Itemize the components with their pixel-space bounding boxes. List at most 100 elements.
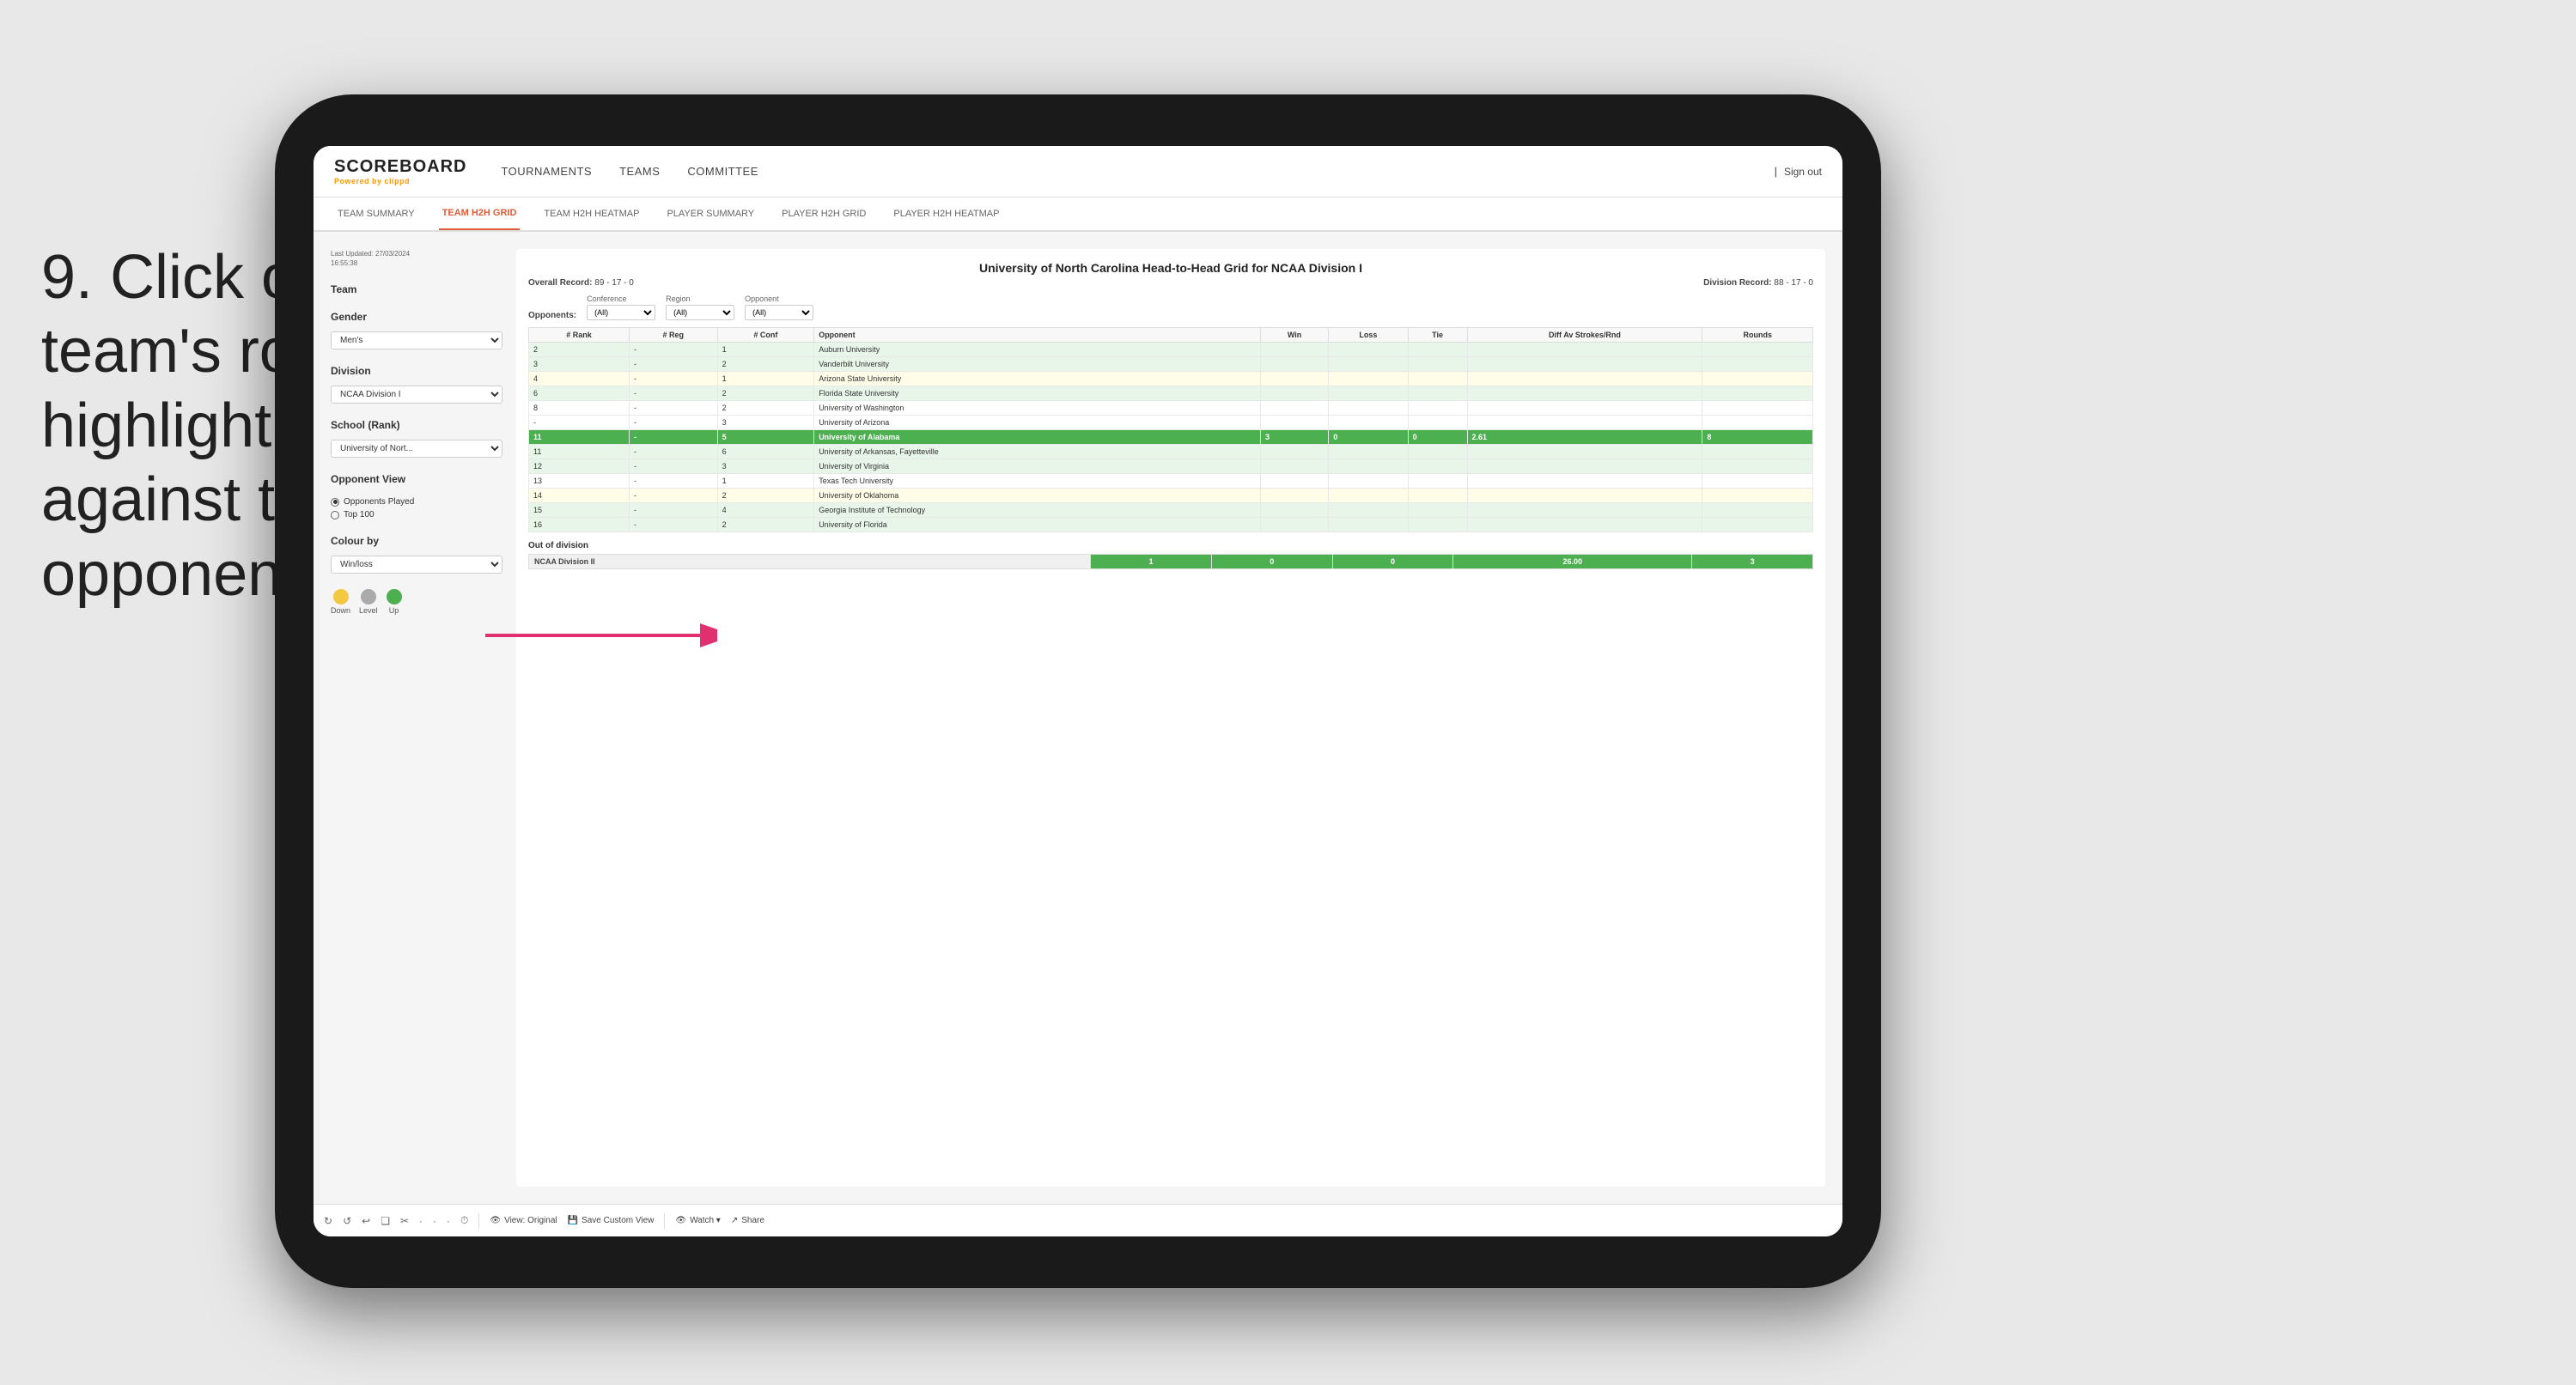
- cell-rank: 8: [529, 401, 630, 416]
- cell-reg: -: [630, 357, 718, 372]
- table-row[interactable]: 4 - 1 Arizona State University: [529, 372, 1813, 386]
- radio-dot-top100: [331, 511, 339, 519]
- redo-icon[interactable]: ↺: [343, 1215, 351, 1227]
- cell-win: [1261, 357, 1329, 372]
- cut-icon[interactable]: ✂: [400, 1215, 409, 1227]
- cell-reg: -: [630, 445, 718, 459]
- cell-opponent: University of Arkansas, Fayetteville: [814, 445, 1261, 459]
- opponent-select[interactable]: (All): [745, 305, 813, 320]
- cell-rank: 6: [529, 386, 630, 401]
- cell-rank: 15: [529, 503, 630, 518]
- table-row[interactable]: 11 - 5 University of Alabama 3 0 0 2.61 …: [529, 430, 1813, 445]
- school-select[interactable]: University of Nort...: [331, 440, 502, 458]
- subnav-team-h2h-heatmap[interactable]: TEAM H2H HEATMAP: [540, 197, 642, 230]
- bottom-toolbar: ↻ ↺ ↩ ❏ ✂ · · · ⏱ 👁 View: Original 💾 Sav…: [314, 1204, 1842, 1236]
- cell-diff: [1467, 503, 1702, 518]
- nav-committee[interactable]: COMMITTEE: [687, 165, 758, 178]
- cell-diff: [1467, 489, 1702, 503]
- cell-rank: -: [529, 416, 630, 430]
- subnav-team-summary[interactable]: TEAM SUMMARY: [334, 197, 418, 230]
- table-row[interactable]: 3 - 2 Vanderbilt University: [529, 357, 1813, 372]
- radio-opponents-played[interactable]: Opponents Played: [331, 497, 502, 507]
- table-row[interactable]: 11 - 6 University of Arkansas, Fayettevi…: [529, 445, 1813, 459]
- cell-tie: 0: [1408, 430, 1467, 445]
- records-row: Overall Record: 89 - 17 - 0 Division Rec…: [528, 278, 1813, 288]
- table-row[interactable]: 12 - 3 University of Virginia: [529, 459, 1813, 474]
- left-panel: Last Updated: 27/03/2024 16:55:38 Team G…: [331, 249, 502, 1187]
- grid-title: University of North Carolina Head-to-Hea…: [528, 261, 1813, 275]
- sign-out-button[interactable]: Sign out: [1784, 166, 1822, 178]
- cell-rounds: [1702, 357, 1813, 372]
- table-row[interactable]: 6 - 2 Florida State University: [529, 386, 1813, 401]
- copy-icon[interactable]: ❏: [381, 1215, 390, 1227]
- gender-select[interactable]: Men's: [331, 331, 502, 349]
- col-conf: # Conf: [717, 328, 814, 343]
- cell-win: [1261, 445, 1329, 459]
- cell-reg: -: [630, 430, 718, 445]
- share-button[interactable]: ↗ Share: [731, 1216, 764, 1225]
- watch-button[interactable]: 👁 Watch ▾: [675, 1216, 720, 1225]
- cell-rank: 12: [529, 459, 630, 474]
- view-original-button[interactable]: 👁 View: Original: [490, 1216, 557, 1225]
- watch-icon: 👁: [675, 1216, 686, 1225]
- sub-nav: TEAM SUMMARY TEAM H2H GRID TEAM H2H HEAT…: [314, 197, 1842, 232]
- table-row[interactable]: 15 - 4 Georgia Institute of Technology: [529, 503, 1813, 518]
- logo: SCOREBOARD Powered by clippd: [334, 157, 466, 185]
- table-row[interactable]: 14 - 2 University of Oklahoma: [529, 489, 1813, 503]
- region-select[interactable]: (All): [666, 305, 734, 320]
- cell-rank: 16: [529, 518, 630, 532]
- dot1-icon: ·: [419, 1215, 423, 1227]
- cell-conf: 2: [717, 518, 814, 532]
- subnav-team-h2h-grid[interactable]: TEAM H2H GRID: [439, 197, 521, 230]
- cell-conf: 6: [717, 445, 814, 459]
- subnav-player-summary[interactable]: PLAYER SUMMARY: [663, 197, 758, 230]
- cell-conf: 1: [717, 474, 814, 489]
- table-row[interactable]: 16 - 2 University of Florida: [529, 518, 1813, 532]
- cell-reg: -: [630, 343, 718, 357]
- cell-diff: 2.61: [1467, 430, 1702, 445]
- opponent-filter: Opponent (All): [745, 295, 813, 320]
- grid-panel: University of North Carolina Head-to-Hea…: [516, 249, 1825, 1187]
- division-record: Division Record: 88 - 17 - 0: [1703, 278, 1813, 288]
- share-icon: ↗: [731, 1216, 738, 1225]
- table-row[interactable]: 8 - 2 University of Washington: [529, 401, 1813, 416]
- subnav-player-h2h-grid[interactable]: PLAYER H2H GRID: [778, 197, 869, 230]
- cell-opponent: Auburn University: [814, 343, 1261, 357]
- out-of-division-label: Out of division: [528, 541, 1813, 550]
- filter-row: Opponents: Conference (All) Region (All): [528, 295, 1813, 320]
- nav-bar: SCOREBOARD Powered by clippd TOURNAMENTS…: [314, 146, 1842, 197]
- cell-tie: [1408, 459, 1467, 474]
- legend: Down Level Up: [331, 589, 502, 615]
- radio-top100[interactable]: Top 100: [331, 510, 502, 519]
- colour-by-select[interactable]: Win/loss: [331, 556, 502, 574]
- undo-icon[interactable]: ↻: [324, 1215, 332, 1227]
- out-row[interactable]: NCAA Division II 1 0 0 26.00 3: [529, 555, 1813, 569]
- conference-select[interactable]: (All): [587, 305, 655, 320]
- cell-opponent: Georgia Institute of Technology: [814, 503, 1261, 518]
- logo-sub: Powered by clippd: [334, 177, 466, 185]
- nav-tournaments[interactable]: TOURNAMENTS: [501, 165, 592, 178]
- table-row[interactable]: - - 3 University of Arizona: [529, 416, 1813, 430]
- reset-icon[interactable]: ↩: [362, 1215, 370, 1227]
- sign-out-area: | Sign out: [1775, 165, 1822, 178]
- cell-loss: [1329, 386, 1408, 401]
- division-select[interactable]: NCAA Division I: [331, 386, 502, 404]
- down-dot: [333, 589, 349, 604]
- nav-teams[interactable]: TEAMS: [619, 165, 660, 178]
- clock-icon[interactable]: ⏱: [460, 1214, 468, 1227]
- toolbar-divider-2: [664, 1213, 665, 1229]
- cell-tie: [1408, 357, 1467, 372]
- cell-conf: 2: [717, 489, 814, 503]
- cell-loss: [1329, 474, 1408, 489]
- dot3-icon: ·: [447, 1215, 450, 1227]
- table-row[interactable]: 13 - 1 Texas Tech University: [529, 474, 1813, 489]
- main-content: Last Updated: 27/03/2024 16:55:38 Team G…: [314, 232, 1842, 1204]
- cell-rounds: 8: [1702, 430, 1813, 445]
- tablet-screen: SCOREBOARD Powered by clippd TOURNAMENTS…: [314, 146, 1842, 1236]
- save-custom-view-button[interactable]: 💾 Save Custom View: [568, 1216, 655, 1225]
- cell-diff: [1467, 474, 1702, 489]
- subnav-player-h2h-heatmap[interactable]: PLAYER H2H HEATMAP: [890, 197, 1002, 230]
- cell-rank: 2: [529, 343, 630, 357]
- cell-win: [1261, 503, 1329, 518]
- table-row[interactable]: 2 - 1 Auburn University: [529, 343, 1813, 357]
